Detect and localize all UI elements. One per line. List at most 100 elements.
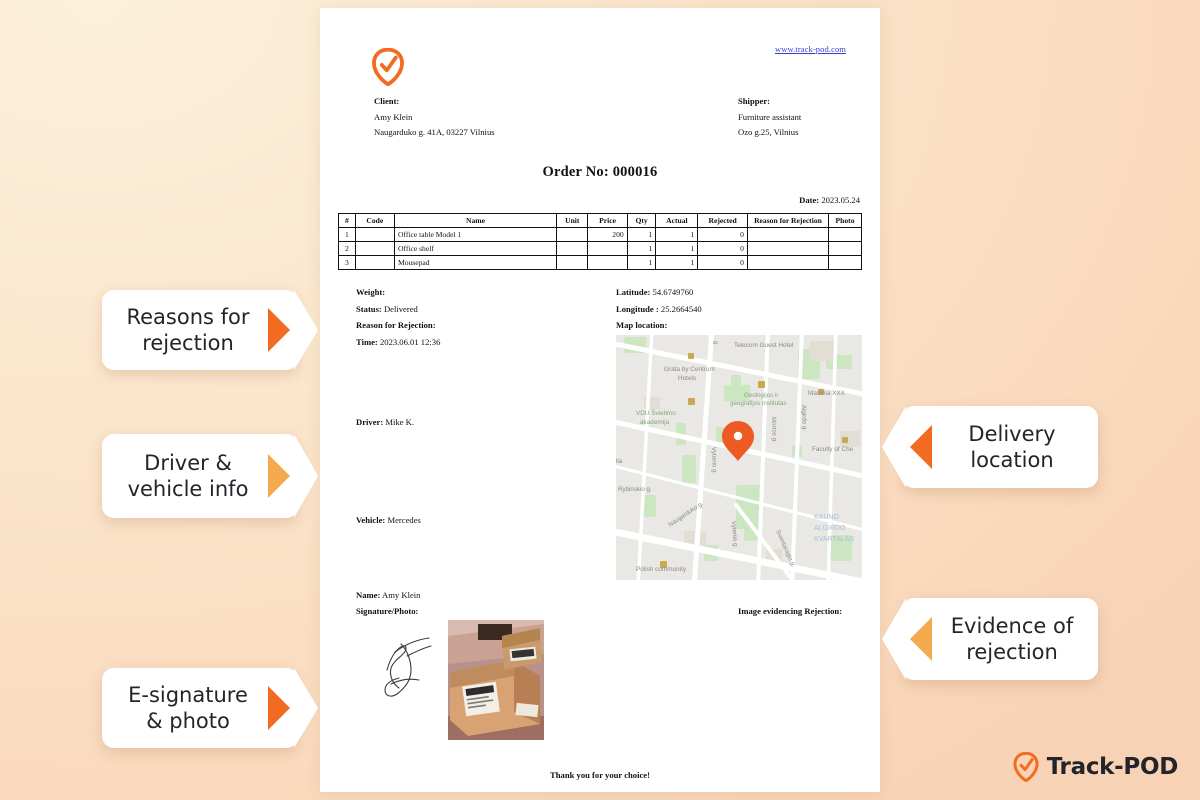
svg-text:Geologijos ir: Geologijos ir (744, 392, 778, 399)
shipper-address: Ozo g.25, Vilnius (738, 127, 799, 137)
track-pod-logo-icon (371, 47, 405, 87)
svg-text:akademija: akademija (640, 419, 670, 426)
status-value: Delivered (383, 303, 418, 314)
signature-photo-label: Signature/Photo: (356, 606, 419, 616)
callout-wedge (882, 598, 906, 680)
arrow-right-icon (268, 308, 290, 352)
client-title: Client: (374, 96, 400, 106)
cell-unit (556, 241, 589, 256)
arrow-left-icon (910, 425, 932, 469)
cell-qty: 1 (626, 227, 657, 242)
svg-text:KAUNO: KAUNO (814, 514, 839, 521)
svg-text:geografijos institutas: geografijos institutas (730, 400, 786, 407)
signature-section: Name: Amy Klein Signature/Photo: Image e… (338, 590, 862, 750)
cell-unit (556, 227, 589, 242)
document-header: www.track-pod.com (338, 28, 862, 87)
cell-no: 1 (338, 227, 356, 242)
arrow-right-icon (268, 686, 290, 730)
latitude-row: Latitude: 54.6749760 (616, 284, 871, 301)
date-value: 2023.05.24 (821, 195, 860, 205)
site-url-link[interactable]: www.track-pod.com (775, 44, 846, 54)
callout-reasons-for-rejection[interactable]: Reasons for rejection (102, 290, 318, 370)
callout-line2: vehicle info (127, 477, 249, 501)
th-rejected: Rejected (697, 213, 748, 228)
thank-you-note: Thank you for your choice! (550, 770, 650, 780)
delivery-location-map[interactable]: Telecom Guest Hotel Grata by Centrum Hot… (616, 335, 862, 580)
client-address: Naugarduko g. 41A, 03227 Vilnius (374, 127, 495, 137)
svg-text:lia: lia (616, 458, 623, 465)
cell-price: 200 (587, 227, 628, 242)
callout-evidence-of-rejection[interactable]: Evidence of rejection (882, 598, 1098, 680)
callout-line1: Driver & (144, 451, 232, 475)
svg-text:Polish community: Polish community (636, 566, 687, 573)
svg-text:Vytenio g.: Vytenio g. (710, 447, 718, 475)
cell-photo (828, 255, 862, 270)
callout-wedge (294, 434, 318, 518)
order-date: Date: 2023.05.24 (338, 195, 862, 205)
callout-line1: E-signature (128, 683, 248, 707)
driver-value: Mike K. (385, 417, 415, 427)
longitude-label: Longitude : (616, 303, 659, 314)
shipper-name: Furniture assistant (738, 111, 802, 122)
callout-e-signature-photo[interactable]: E-signature & photo (102, 668, 318, 748)
parties-section: Client: Amy Klein Naugarduko g. 41A, 032… (338, 94, 862, 152)
callout-line2: & photo (146, 709, 230, 733)
callout-line1: Reasons for (126, 305, 250, 329)
weight-row: Weight: (356, 284, 606, 301)
th-name: Name (393, 213, 558, 228)
rejection-evidence-photo (448, 620, 544, 740)
cell-qty: 1 (626, 241, 657, 256)
th-actual: Actual (655, 213, 699, 228)
signer-name-row: Name: Amy Klein (356, 590, 420, 600)
cell-no: 3 (338, 255, 356, 270)
weight-label: Weight: (356, 287, 386, 297)
callout-wedge (294, 290, 318, 370)
th-code: Code (354, 213, 395, 228)
date-label: Date: (799, 195, 820, 205)
items-table: # Code Name Unit Price Qty Actual Reject… (338, 213, 862, 270)
cell-no: 2 (338, 241, 356, 256)
cell-reason (746, 241, 830, 256)
map-location-row: Map location: (616, 317, 871, 334)
callout-driver-vehicle-info[interactable]: Driver & vehicle info (102, 434, 318, 518)
cell-reason (746, 227, 830, 242)
cell-rejected: 0 (697, 255, 748, 270)
svg-text:Faculty of Che: Faculty of Che (812, 446, 854, 453)
cell-unit (556, 255, 589, 270)
th-price: Price (587, 213, 628, 228)
table-row: 1 Office table Model 1 200 1 1 0 (338, 227, 862, 242)
callout-line1: Evidence of (950, 614, 1074, 638)
cell-reason (746, 255, 830, 270)
status-label: Status: (356, 303, 382, 314)
th-no: # (338, 213, 356, 228)
cell-price (587, 255, 628, 270)
client-block: Client: Amy Klein Naugarduko g. 41A, 032… (374, 94, 495, 141)
longitude-row: Longitude : 25.2664540 (616, 301, 871, 318)
track-pod-logo-icon (1013, 751, 1039, 783)
th-reason: Reason for Rejection (746, 213, 830, 228)
svg-text:Mortos g.: Mortos g. (770, 417, 778, 443)
time-value: 2023.06.01 12:36 (379, 336, 441, 347)
callout-delivery-location[interactable]: Delivery location (882, 406, 1098, 488)
svg-text:Algirdo g.: Algirdo g. (800, 405, 808, 432)
driver-row: Driver: Mike K. (356, 417, 414, 427)
rejection-reason-label: Reason for Rejection: (356, 320, 436, 330)
table-row: 3 Mousepad 1 1 0 (338, 255, 862, 270)
cell-qty: 1 (626, 255, 657, 270)
cell-photo (828, 227, 862, 242)
table-row: 2 Office shelf 1 1 0 (338, 241, 862, 256)
svg-text:VDU Švietimo: VDU Švietimo (636, 408, 676, 417)
items-table-header-row: # Code Name Unit Price Qty Actual Reject… (338, 213, 862, 228)
cell-name: Mousepad (393, 255, 558, 270)
cell-actual: 1 (655, 255, 699, 270)
cell-actual: 1 (655, 241, 699, 256)
longitude-value: 25.2664540 (660, 303, 702, 314)
callout-line2: location (970, 448, 1054, 472)
th-qty: Qty (626, 213, 657, 228)
arrow-right-icon (268, 454, 290, 498)
callout-wedge (294, 668, 318, 748)
latitude-value: 54.6749760 (652, 287, 694, 297)
callout-line2: rejection (142, 331, 234, 355)
cell-actual: 1 (655, 227, 699, 242)
svg-text:ALGIRDO: ALGIRDO (814, 525, 846, 532)
